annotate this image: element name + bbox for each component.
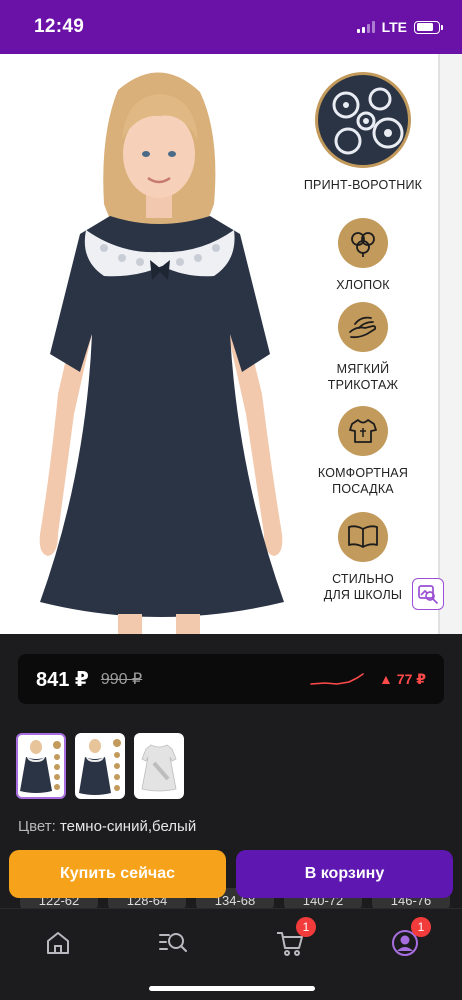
thumbnail-3[interactable]: [134, 733, 184, 799]
nav-profile[interactable]: 1: [385, 917, 431, 963]
price-trend[interactable]: ▲ 77 ₽: [309, 670, 426, 688]
feature-label: МЯГКИЙ ТРИКОТАЖ: [327, 362, 399, 392]
color-info: Цвет: темно-синий,белый: [18, 818, 196, 835]
signal-icon: [356, 21, 375, 33]
book-icon: [338, 512, 388, 562]
old-price: 990 ₽: [100, 671, 143, 688]
back-button[interactable]: [10, 70, 46, 106]
thumbnail-2[interactable]: [75, 733, 125, 799]
price-change: ▲ 77 ₽: [379, 670, 426, 687]
feature-label: ПРИНТ-ВОРОТНИК: [303, 178, 423, 192]
feature-label: КОМФОРТНАЯ ПОСАДКА: [317, 466, 409, 496]
lace-collar-icon: [315, 72, 411, 168]
gallery-edge: [438, 54, 462, 634]
color-value: темно-синий,белый: [59, 818, 197, 835]
image-search-icon: [418, 585, 438, 604]
feature-label: ХЛОПОК: [336, 278, 390, 292]
chevron-left-icon: [20, 75, 35, 101]
feature-knit: МЯГКИЙ ТРИКОТАЖ: [298, 302, 428, 393]
nav-cart[interactable]: 1: [270, 917, 316, 963]
feature-cotton: ХЛОПОК: [298, 218, 428, 293]
soft-hand-icon: [338, 302, 388, 352]
feature-collar: ПРИНТ-ВОРОТНИК: [298, 72, 428, 193]
nav-catalog[interactable]: [153, 923, 193, 963]
thumbnail-strip: [16, 733, 184, 799]
price-history-sparkline: [310, 673, 364, 685]
status-time: 12:49: [34, 16, 85, 37]
battery-icon: [414, 20, 443, 34]
product-image-gallery[interactable]: ПРИНТ-ВОРОТНИК ХЛОПОК МЯГКИЙ ТРИКОТАЖ КОМ…: [0, 54, 462, 634]
home-icon: [47, 932, 69, 954]
feature-school: СТИЛЬНО ДЛЯ ШКОЛЫ: [298, 512, 428, 603]
feature-fit: КОМФОРТНАЯ ПОСАДКА: [298, 406, 428, 497]
feature-label: СТИЛЬНО ДЛЯ ШКОЛЫ: [323, 572, 403, 602]
home-indicator: [149, 986, 315, 991]
cart-badge: 1: [296, 917, 316, 937]
current-price: 841 ₽: [36, 668, 89, 691]
color-label: Цвет:: [18, 818, 56, 835]
status-indicators: LTE: [356, 19, 443, 35]
tshirt-icon: [338, 406, 388, 456]
cotton-icon: [338, 218, 388, 268]
profile-badge: 1: [411, 917, 431, 937]
catalog-search-icon: [159, 933, 187, 952]
network-type: LTE: [381, 19, 407, 35]
status-bar: 12:49 LTE: [0, 0, 462, 54]
nav-home[interactable]: [38, 923, 78, 963]
product-photo: [39, 72, 284, 634]
buy-now-button[interactable]: Купить сейчас: [9, 850, 226, 898]
find-similar-button[interactable]: [412, 578, 444, 610]
thumbnail-1[interactable]: [16, 733, 66, 799]
add-to-cart-button[interactable]: В корзину: [236, 850, 453, 898]
price-card[interactable]: 841 ₽ 990 ₽ ▲ 77 ₽: [18, 654, 444, 704]
